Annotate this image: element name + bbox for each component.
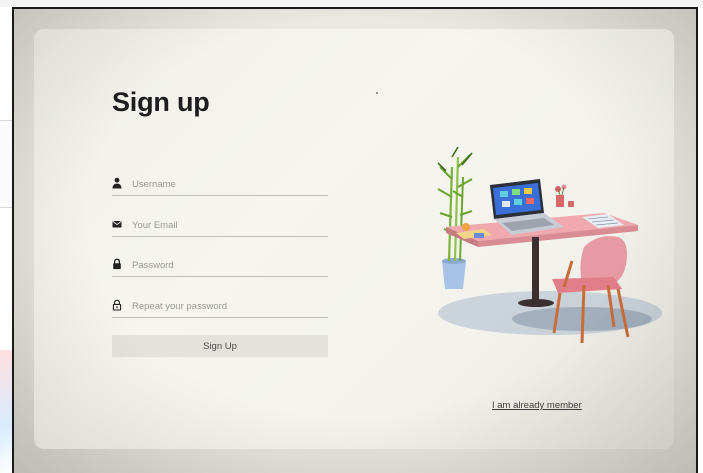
user-icon	[112, 177, 122, 189]
monitor-photo: Sign up Username Your Email Sign Up I am…	[12, 7, 698, 473]
screen-speck	[376, 92, 378, 94]
password-input[interactable]	[132, 256, 322, 274]
lock-icon	[113, 258, 121, 270]
password-field[interactable]	[112, 256, 328, 277]
repeat-password-input[interactable]	[132, 297, 322, 315]
desk-leg	[532, 237, 539, 301]
page-title: Sign up	[112, 87, 210, 117]
page-top-strip	[0, 0, 703, 7]
repeat-password-field[interactable]	[112, 297, 328, 318]
username-input[interactable]	[132, 175, 322, 193]
username-field[interactable]	[112, 175, 328, 196]
signup-card: Sign up Username Your Email Sign Up I am…	[34, 29, 674, 449]
workspace-illustration	[437, 146, 662, 344]
already-member-link[interactable]: I am already member	[492, 400, 582, 411]
email-field[interactable]	[112, 216, 328, 237]
chair-seat	[552, 277, 622, 293]
signup-button[interactable]: Sign Up	[112, 335, 328, 357]
email-input[interactable]	[132, 216, 322, 234]
lock-outline-icon	[112, 299, 122, 311]
monitor-screen: Sign up Username Your Email Sign Up I am…	[14, 9, 696, 473]
email-icon	[112, 221, 122, 228]
plant-pot	[442, 261, 466, 289]
